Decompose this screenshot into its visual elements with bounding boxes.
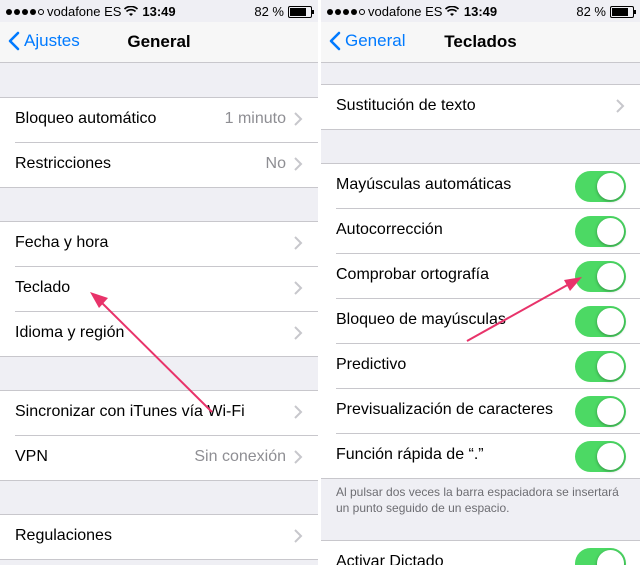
row-fecha-y-hora[interactable]: Fecha y hora [15, 222, 318, 267]
toggle-switch[interactable] [575, 306, 626, 337]
row-sincronizar-itunes[interactable]: Sincronizar con iTunes vía Wi-Fi [15, 391, 318, 436]
row-sustitucion-de-texto[interactable]: Sustitución de texto [336, 85, 640, 129]
row-restricciones[interactable]: Restricciones No [15, 143, 318, 187]
row-predictivo: Predictivo [336, 344, 640, 389]
settings-group-lock: Bloqueo automático 1 minuto Restriccione… [0, 97, 318, 188]
section-footer-note: Al pulsar dos veces la barra espaciadora… [336, 485, 619, 515]
row-activar-dictado: Activar Dictado [336, 541, 640, 565]
toggle-switch[interactable] [575, 548, 626, 565]
row-label: Función rápida de “.” [336, 446, 484, 463]
chevron-right-icon [294, 529, 303, 543]
status-bar: vodafone ES 13:49 82 % [321, 0, 640, 22]
row-label: Activar Dictado [336, 553, 444, 565]
row-label: Fecha y hora [15, 234, 109, 251]
chevron-right-icon [294, 450, 303, 464]
settings-group-dictation: Activar Dictado [321, 540, 640, 565]
row-label: Sincronizar con iTunes vía Wi-Fi [15, 403, 245, 420]
page-title: Teclados [444, 32, 517, 51]
navigation-bar: General Teclados [321, 22, 640, 63]
row-label: Autocorrección [336, 221, 443, 238]
status-bar: vodafone ES 13:49 82 % [0, 0, 318, 22]
row-regulaciones[interactable]: Regulaciones [15, 515, 318, 559]
toggle-switch[interactable] [575, 396, 626, 427]
row-value: Sin conexión [194, 448, 286, 465]
settings-group-datetime: Fecha y hora Teclado Idioma y región [0, 221, 318, 357]
navigation-bar: Ajustes General [0, 22, 318, 63]
battery-info: 82 % [576, 4, 636, 19]
toggle-switch[interactable] [575, 351, 626, 382]
chevron-right-icon [294, 281, 303, 295]
row-bloqueo-de-mayusculas: Bloqueo de mayúsculas [336, 299, 640, 344]
toggle-switch[interactable] [575, 171, 626, 202]
row-label: Restricciones [15, 155, 112, 172]
row-mayusculas-automaticas: Mayúsculas automáticas [336, 164, 640, 209]
toggle-switch[interactable] [575, 441, 626, 472]
chevron-right-icon [294, 157, 303, 171]
settings-group-regulations: Regulaciones [0, 514, 318, 560]
battery-icon [610, 5, 636, 18]
row-vpn[interactable]: VPN Sin conexión [15, 436, 318, 480]
row-value: No [265, 155, 286, 172]
general-settings-screen: vodafone ES 13:49 82 % Ajustes General B… [0, 0, 318, 565]
settings-group-sync: Sincronizar con iTunes vía Wi-Fi VPN Sin… [0, 390, 318, 481]
toggle-switch[interactable] [575, 261, 626, 292]
row-label: Idioma y región [15, 324, 125, 341]
battery-info: 82 % [254, 4, 314, 19]
row-value: 1 minuto [224, 110, 286, 127]
chevron-right-icon [294, 236, 303, 250]
row-teclado[interactable]: Teclado [15, 267, 318, 312]
row-previsualizacion-de-caracteres: Previsualización de caracteres [336, 389, 640, 434]
row-label: Previsualización de caracteres [336, 401, 553, 418]
row-label: Bloqueo de mayúsculas [336, 311, 506, 328]
settings-group-keyboard-toggles: Mayúsculas automáticas Autocorrección Co… [321, 163, 640, 479]
settings-group-text-replacement: Sustitución de texto [321, 84, 640, 130]
chevron-right-icon [294, 405, 303, 419]
row-idioma-y-region[interactable]: Idioma y región [15, 312, 318, 356]
row-autocorreccion: Autocorrección [336, 209, 640, 254]
chevron-right-icon [294, 112, 303, 126]
row-funcion-rapida-punto: Función rápida de “.” [336, 434, 640, 478]
row-comprobar-ortografia: Comprobar ortografía [336, 254, 640, 299]
row-label: Bloqueo automático [15, 110, 157, 127]
row-label: Mayúsculas automáticas [336, 176, 512, 193]
battery-icon [288, 5, 314, 18]
row-label: Teclado [15, 279, 71, 296]
battery-percent: 82 % [576, 4, 606, 19]
row-label: VPN [15, 448, 48, 465]
row-label: Comprobar ortografía [336, 266, 489, 283]
row-label: Predictivo [336, 356, 407, 373]
page-title: General [127, 32, 191, 51]
row-label: Sustitución de texto [336, 97, 476, 114]
chevron-right-icon [294, 326, 303, 340]
row-bloqueo-automatico[interactable]: Bloqueo automático 1 minuto [15, 98, 318, 143]
chevron-right-icon [616, 99, 625, 113]
battery-percent: 82 % [254, 4, 284, 19]
toggle-switch[interactable] [575, 216, 626, 247]
row-label: Regulaciones [15, 527, 112, 544]
keyboards-settings-screen: vodafone ES 13:49 82 % General Teclados … [321, 0, 640, 565]
